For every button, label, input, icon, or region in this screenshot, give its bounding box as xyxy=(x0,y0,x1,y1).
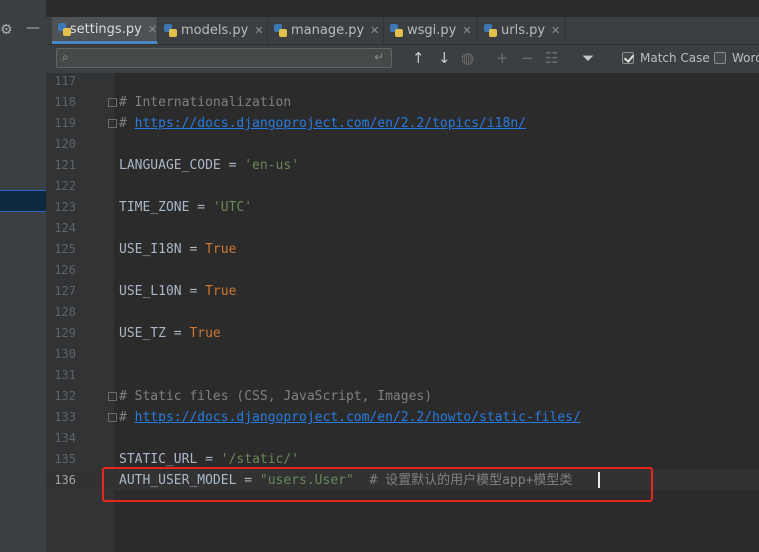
string-literal: 'UTC' xyxy=(212,200,253,215)
line-number: 127 xyxy=(54,284,76,298)
tab-label: urls.py xyxy=(501,23,546,38)
variable: USE_I18N xyxy=(119,242,182,257)
comment: # Static files (CSS, JavaScript, Images) xyxy=(119,389,433,404)
comment: # Internationalization xyxy=(119,95,292,110)
code-line-125[interactable]: USE_I18N = True xyxy=(119,239,236,260)
find-all-icon[interactable]: ◍ xyxy=(461,49,474,67)
new-line-icon[interactable]: ↵ xyxy=(374,50,384,64)
operator: = xyxy=(165,326,190,341)
line-number: 123 xyxy=(54,200,76,214)
line-number: 120 xyxy=(54,137,76,151)
project-tool-strip: ⚙ — xyxy=(0,0,46,552)
filter-icon[interactable]: ⏷ xyxy=(582,49,594,67)
find-toolbar: ⌕ ↵ ↑ ↓ ◍ + − ☷ ⏷ Match Case Words xyxy=(46,45,759,74)
add-occurrence-icon[interactable]: + xyxy=(496,49,509,67)
operator: = xyxy=(181,242,206,257)
variable: USE_TZ xyxy=(119,326,166,341)
previous-occurrence-icon[interactable]: ↑ xyxy=(412,49,425,67)
code-line-123[interactable]: TIME_ZONE = 'UTC' xyxy=(119,197,252,218)
doc-link[interactable]: https://docs.djangoproject.com/en/2.2/ho… xyxy=(135,410,581,425)
code-line-133[interactable]: # https://docs.djangoproject.com/en/2.2/… xyxy=(119,407,581,428)
doc-link[interactable]: https://docs.djangoproject.com/en/2.2/to… xyxy=(135,116,526,131)
line-number: 119 xyxy=(54,116,76,130)
search-input[interactable] xyxy=(56,48,392,68)
line-number: 118 xyxy=(54,95,76,109)
comment-hash: # xyxy=(119,116,135,131)
string-literal: '/static/' xyxy=(220,452,300,467)
line-number: 117 xyxy=(54,74,76,88)
variable: USE_L10N xyxy=(119,284,182,299)
variable: TIME_ZONE xyxy=(119,200,190,215)
operator: = xyxy=(220,158,245,173)
tab-label: wsgi.py xyxy=(407,23,457,38)
line-number: 131 xyxy=(54,368,76,382)
operator: = xyxy=(181,284,206,299)
variable: STATIC_URL xyxy=(119,452,198,467)
close-icon[interactable]: ✕ xyxy=(551,24,560,37)
gear-icon[interactable]: ⚙ xyxy=(0,22,13,38)
words-checkbox[interactable] xyxy=(714,52,726,64)
python-file-icon xyxy=(390,24,403,37)
search-icon[interactable]: ⌕ xyxy=(62,50,69,65)
close-icon[interactable]: ✕ xyxy=(462,24,471,37)
line-number: 135 xyxy=(54,452,76,466)
python-file-icon xyxy=(58,22,71,36)
fold-marker-icon[interactable] xyxy=(108,413,117,422)
keyword: True xyxy=(189,326,221,341)
string-literal: 'en-us' xyxy=(244,158,300,173)
tab-wsgi-py[interactable]: wsgi.py ✕ xyxy=(384,17,478,44)
fold-marker-icon[interactable] xyxy=(108,119,117,128)
select-all-occurrences-icon[interactable]: ☷ xyxy=(545,49,558,67)
code-line-129[interactable]: USE_TZ = True xyxy=(119,323,221,344)
line-number: 129 xyxy=(54,326,76,340)
line-number: 125 xyxy=(54,242,76,256)
line-number: 121 xyxy=(54,158,76,172)
operator: = xyxy=(197,452,221,467)
line-number: 134 xyxy=(54,431,76,445)
remove-occurrence-icon[interactable]: − xyxy=(521,49,534,67)
fold-marker-icon[interactable] xyxy=(108,392,117,401)
red-annotation-box xyxy=(102,467,653,502)
close-icon[interactable]: ✕ xyxy=(148,23,157,36)
match-case-label: Match Case xyxy=(640,51,710,65)
tab-models-py[interactable]: models.py ✕ xyxy=(158,17,268,44)
tab-label: manage.py xyxy=(291,23,365,38)
line-number: 132 xyxy=(54,389,76,403)
tab-urls-py[interactable]: urls.py ✕ xyxy=(478,17,566,44)
variable: LANGUAGE_CODE xyxy=(119,158,221,173)
python-file-icon xyxy=(274,24,287,37)
tab-settings-py[interactable]: settings.py ✕ xyxy=(52,17,158,44)
keyword: True xyxy=(205,284,237,299)
words-label: Words xyxy=(732,51,759,65)
next-occurrence-icon[interactable]: ↓ xyxy=(438,49,451,67)
line-number: 122 xyxy=(54,179,76,193)
fold-marker-icon[interactable] xyxy=(108,98,117,107)
editor-tab-bar: settings.py ✕ models.py ✕ manage.py ✕ ws… xyxy=(46,17,759,45)
match-case-checkbox[interactable] xyxy=(622,52,634,64)
close-icon[interactable]: ✕ xyxy=(370,24,379,37)
code-line-118[interactable]: # Internationalization xyxy=(119,92,291,113)
code-line-127[interactable]: USE_L10N = True xyxy=(119,281,236,302)
line-number: 126 xyxy=(54,263,76,277)
code-line-132[interactable]: # Static files (CSS, JavaScript, Images) xyxy=(119,386,432,407)
line-number: 133 xyxy=(54,410,76,424)
comment-hash: # xyxy=(119,410,135,425)
operator: = xyxy=(189,200,213,215)
tab-label: settings.py xyxy=(69,21,142,37)
keyword: True xyxy=(205,242,237,257)
line-number: 124 xyxy=(54,221,76,235)
line-number-current: 136 xyxy=(54,473,76,487)
close-icon[interactable]: ✕ xyxy=(254,24,263,37)
tab-manage-py[interactable]: manage.py ✕ xyxy=(268,17,384,44)
line-number: 128 xyxy=(54,305,76,319)
minimize-icon[interactable]: — xyxy=(26,20,40,36)
python-file-icon xyxy=(484,24,497,37)
python-file-icon xyxy=(164,24,177,37)
code-line-119[interactable]: # https://docs.djangoproject.com/en/2.2/… xyxy=(119,113,526,134)
line-number: 130 xyxy=(54,347,76,361)
tab-label: models.py xyxy=(181,23,249,38)
code-line-121[interactable]: LANGUAGE_CODE = 'en-us' xyxy=(119,155,299,176)
project-tree-selected-row[interactable] xyxy=(0,190,46,212)
